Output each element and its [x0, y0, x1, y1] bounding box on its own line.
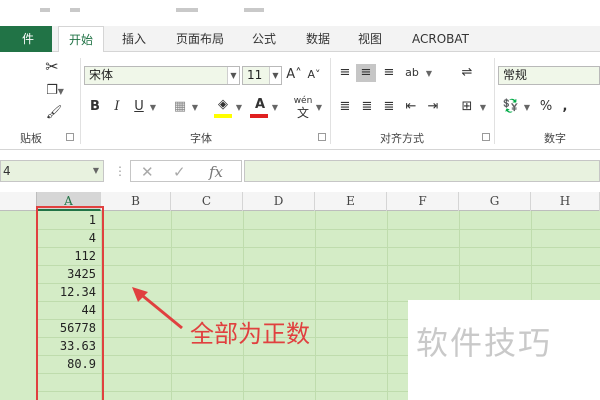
wrap-text-icon[interactable]: ⇌	[458, 64, 476, 82]
tab-acrobat[interactable]: ACROBAT	[412, 26, 469, 52]
group-separator	[494, 58, 495, 144]
chevron-down-icon[interactable]: ▼	[522, 98, 532, 117]
watermark-text: 软件技巧	[416, 324, 553, 362]
column-gridline	[315, 211, 316, 400]
select-all-corner[interactable]	[0, 192, 37, 211]
comma-button[interactable]: ,	[560, 98, 570, 116]
cancel-icon[interactable]: ✕	[141, 163, 154, 181]
underline-button[interactable]: U	[132, 98, 146, 116]
align-center-icon[interactable]: ≣	[358, 98, 376, 116]
clipboard-group-label: 贴板	[20, 132, 42, 145]
column-header-d[interactable]: D	[243, 192, 315, 211]
column-header-e[interactable]: E	[315, 192, 387, 211]
copy-icon[interactable]: ❐▼	[40, 82, 70, 101]
chevron-down-icon[interactable]: ▼	[190, 98, 200, 117]
column-header-g[interactable]: G	[459, 192, 531, 211]
number-format-combo[interactable]: 常规	[498, 66, 600, 85]
formula-buttons: ✕ ✓ fx	[130, 160, 242, 182]
tab-home[interactable]: 开始	[58, 26, 105, 53]
phonetic-char: 文	[296, 106, 309, 120]
highlight-box	[36, 206, 104, 400]
font-launcher[interactable]	[318, 133, 326, 141]
column-header-f[interactable]: F	[387, 192, 459, 211]
merge-cells-icon[interactable]: ⊞	[458, 98, 476, 116]
annotation-arrow-icon	[132, 287, 183, 330]
worksheet-grid: A B C D E F G H 1 4 112 3425 12.34 44 56…	[0, 192, 600, 400]
chevron-down-icon[interactable]: ▼	[424, 64, 434, 83]
chevron-down-icon[interactable]: ▼	[314, 98, 324, 117]
number-group-label: 数字	[544, 132, 566, 145]
column-gridline	[243, 211, 244, 400]
font-color-swatch	[250, 114, 268, 118]
increase-indent-icon[interactable]: ⇥	[424, 98, 442, 116]
formula-bar: 4 ▼ ⋮ ✕ ✓ fx	[0, 150, 600, 192]
ribbon-home: ✂ ❐▼ 🖌 贴板 宋体 ▼ 11 ▼ A˄ A˅ B I U ▼ ▦ ▼ ◈ …	[0, 52, 600, 150]
chevron-down-icon[interactable]: ▼	[270, 98, 280, 117]
chevron-down-icon[interactable]: ▼	[93, 161, 99, 181]
orientation-button[interactable]: ab	[402, 64, 422, 82]
insert-function-button[interactable]: fx	[209, 163, 223, 181]
chevron-down-icon[interactable]: ▼	[234, 98, 244, 117]
title-bar	[0, 0, 600, 26]
tab-insert[interactable]: 插入	[122, 26, 146, 52]
title-fragment	[40, 8, 50, 12]
row-gridline	[37, 229, 600, 230]
title-fragment	[176, 8, 198, 12]
font-size-combo[interactable]: 11 ▼	[242, 66, 282, 85]
enter-icon[interactable]: ✓	[173, 163, 186, 181]
row-gridline	[37, 247, 600, 248]
column-header-h[interactable]: H	[531, 192, 600, 211]
annotation-text: 全部为正数	[190, 320, 310, 348]
font-shrink-button[interactable]: A˅	[306, 66, 322, 84]
title-fragment	[244, 8, 264, 12]
formula-input[interactable]	[244, 160, 600, 182]
chevron-down-icon[interactable]: ▼	[478, 98, 488, 117]
tab-page-layout[interactable]: 页面布局	[176, 26, 224, 52]
font-color-button[interactable]: A	[252, 96, 268, 114]
column-header-c[interactable]: C	[171, 192, 243, 211]
cut-icon[interactable]: ✂	[42, 58, 62, 76]
font-grow-button[interactable]: A˄	[286, 66, 302, 84]
tab-view[interactable]: 视图	[358, 26, 382, 52]
column-header-b[interactable]: B	[101, 192, 171, 211]
chevron-down-icon[interactable]: ▼	[227, 67, 239, 84]
title-fragment	[70, 8, 80, 12]
align-left-icon[interactable]: ≣	[336, 98, 354, 116]
tab-data[interactable]: 数据	[306, 26, 330, 52]
tab-file[interactable]: 件	[0, 26, 52, 52]
bold-button[interactable]: B	[88, 98, 102, 116]
chevron-down-icon[interactable]: ▼	[269, 67, 281, 84]
alignment-group-label: 对齐方式	[380, 132, 424, 145]
formula-bar-grip: ⋮	[114, 164, 126, 178]
alignment-launcher[interactable]	[482, 133, 490, 141]
font-name-combo[interactable]: 宋体 ▼	[84, 66, 240, 85]
align-middle-icon[interactable]: ≡	[356, 64, 376, 82]
tab-formulas[interactable]: 公式	[252, 26, 276, 52]
align-top-icon[interactable]: ≡	[336, 64, 354, 82]
font-group-label: 字体	[190, 132, 212, 145]
excel-window: 件 开始 插入 页面布局 公式 数据 视图 ACROBAT ✂ ❐▼ 🖌 贴板 …	[0, 0, 600, 400]
group-separator	[80, 58, 81, 144]
brush-icon[interactable]: 🖌	[44, 104, 64, 122]
border-icon[interactable]: ▦	[172, 98, 188, 116]
clipboard-launcher[interactable]	[66, 133, 74, 141]
align-bottom-icon[interactable]: ≡	[380, 64, 398, 82]
currency-icon[interactable]: 💱	[502, 98, 520, 116]
column-gridline	[387, 211, 388, 400]
chevron-down-icon[interactable]: ▼	[148, 98, 158, 117]
name-box[interactable]: 4 ▼	[0, 160, 104, 182]
italic-button[interactable]: I	[110, 98, 124, 116]
align-right-icon[interactable]: ≣	[380, 98, 398, 116]
ribbon-tabs: 件 开始 插入 页面布局 公式 数据 视图 ACROBAT	[0, 26, 600, 53]
fill-color-swatch	[214, 114, 232, 118]
decrease-indent-icon[interactable]: ⇤	[402, 98, 420, 116]
group-separator	[330, 58, 331, 144]
row-gridline	[37, 283, 600, 284]
percent-button[interactable]: %	[538, 98, 554, 116]
fill-color-icon[interactable]: ◈	[214, 96, 232, 114]
row-gridline	[37, 265, 600, 266]
